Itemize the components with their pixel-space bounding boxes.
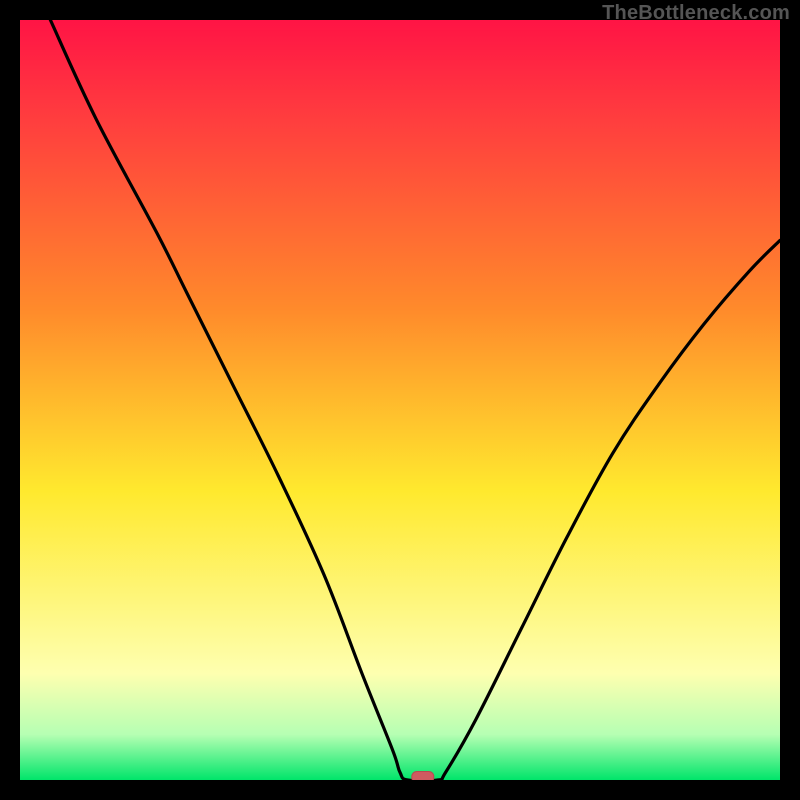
- plot-area: [20, 20, 780, 780]
- gradient-background: [20, 20, 780, 780]
- minimum-marker: [412, 772, 434, 781]
- chart-svg: [20, 20, 780, 780]
- chart-frame: TheBottleneck.com: [0, 0, 800, 800]
- watermark-text: TheBottleneck.com: [602, 2, 790, 25]
